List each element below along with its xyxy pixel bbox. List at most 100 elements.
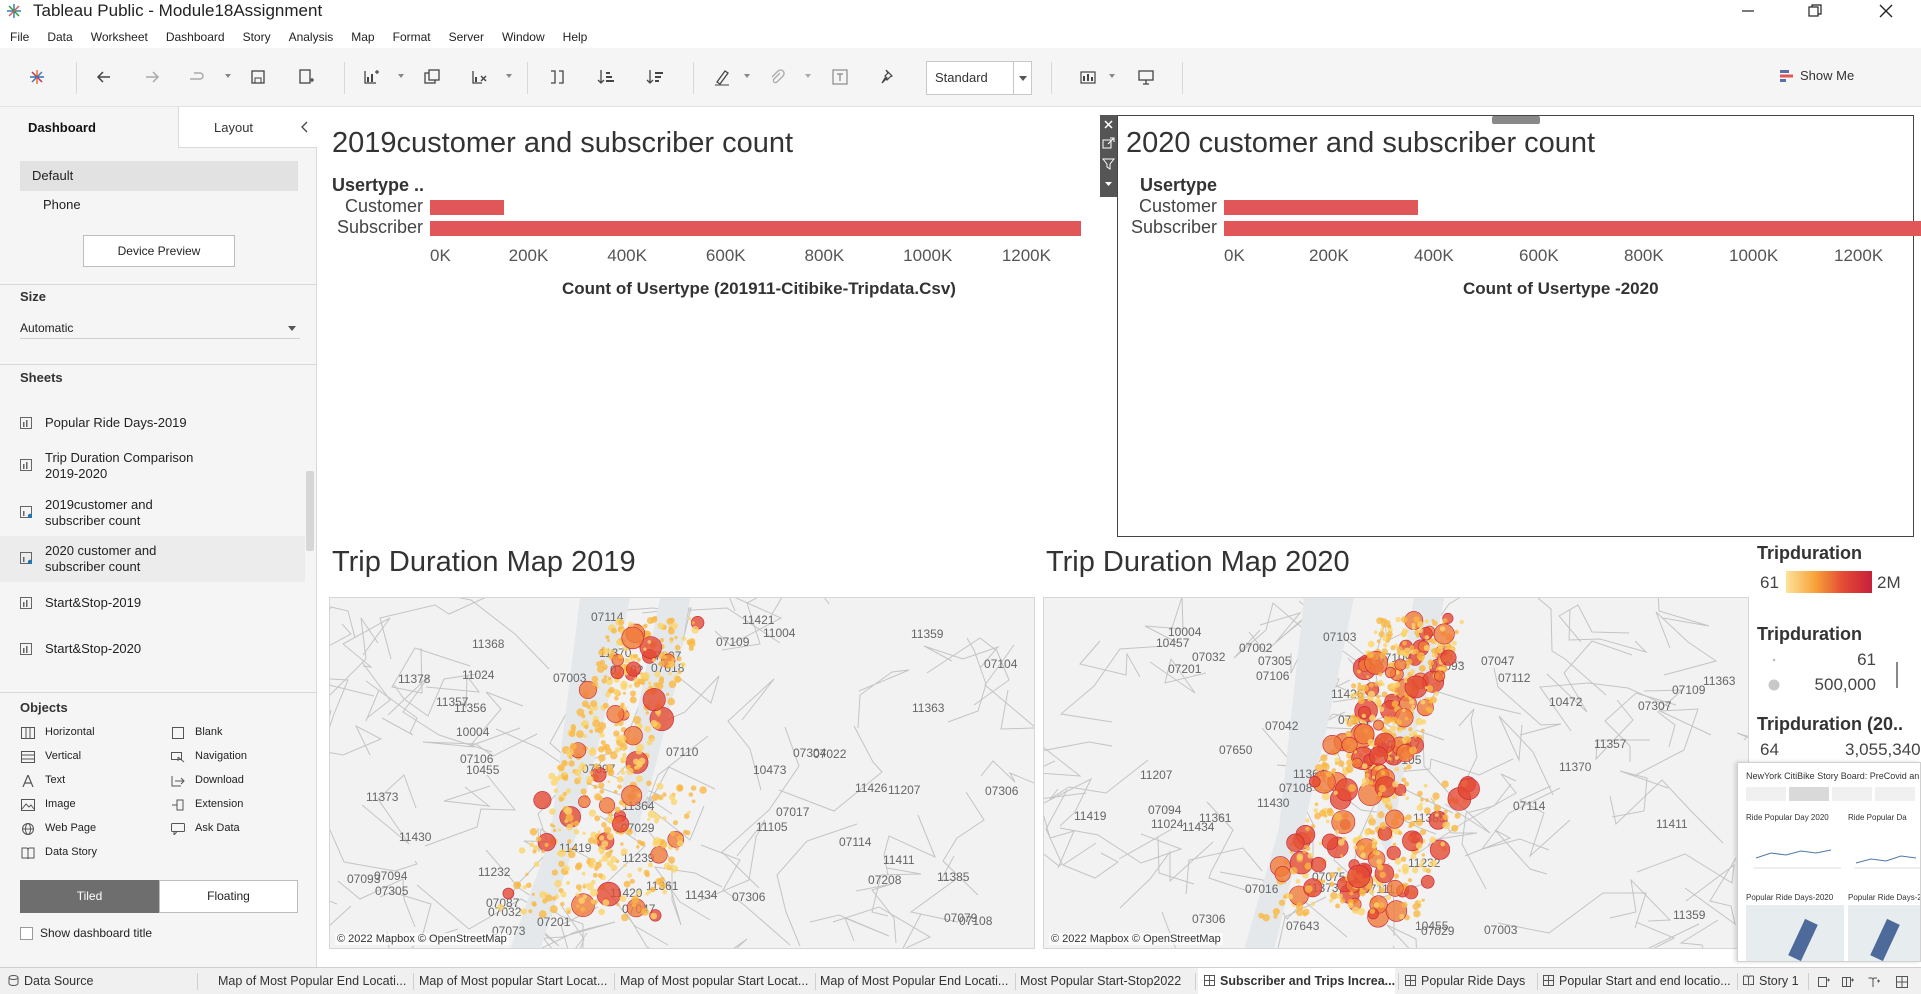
new-data-source-button[interactable] xyxy=(295,66,317,88)
floating-toggle[interactable]: Floating xyxy=(159,880,298,913)
dropdown-arrow-icon[interactable] xyxy=(805,74,811,78)
tab-dashboard[interactable]: Dashboard xyxy=(0,107,178,148)
highlight-button[interactable] xyxy=(711,66,733,88)
trip-station-mark xyxy=(1426,868,1431,874)
presentation-mode-button[interactable] xyxy=(1135,66,1157,88)
sheet-item[interactable]: 2020 customer and subscriber count xyxy=(0,536,305,582)
tab-dashboard[interactable]: Popular Ride Days xyxy=(1405,968,1538,994)
restore-button[interactable] xyxy=(1792,0,1838,22)
sort-descending-button[interactable] xyxy=(644,66,666,88)
dropdown-arrow-icon[interactable] xyxy=(1109,74,1115,78)
redo-button[interactable] xyxy=(141,66,163,88)
sheet-item[interactable]: 2019customer and subscriber count xyxy=(0,490,305,536)
replay-animation-button[interactable] xyxy=(186,66,208,88)
tab-dashboard-active[interactable]: Subscriber and Trips Increa... xyxy=(1198,968,1395,994)
new-worksheet-icon[interactable] xyxy=(1818,976,1830,988)
size-select[interactable]: Automatic xyxy=(20,317,300,339)
sheet-item[interactable]: Start&Stop-2019 xyxy=(0,586,305,620)
sheets-scrollbar[interactable] xyxy=(306,471,314,551)
bar-category-label: Customer xyxy=(1138,196,1217,216)
sort-ascending-button[interactable] xyxy=(595,66,617,88)
menu-file[interactable]: File xyxy=(0,27,37,47)
menu-dashboard[interactable]: Dashboard xyxy=(156,27,233,47)
bar-customer[interactable] xyxy=(430,200,504,215)
remove-from-dashboard-icon[interactable] xyxy=(1102,118,1115,131)
go-to-sheet-icon[interactable] xyxy=(1102,137,1115,150)
duplicate-sheet-button[interactable] xyxy=(421,66,443,88)
trip-station-mark xyxy=(1345,730,1351,737)
trip-station-mark xyxy=(1459,619,1464,625)
menu-window[interactable]: Window xyxy=(492,27,553,47)
sheet-item[interactable]: Popular Ride Days-2019 xyxy=(0,406,305,440)
menu-format[interactable]: Format xyxy=(383,27,439,47)
use-as-filter-icon[interactable] xyxy=(1102,157,1115,170)
menu-data[interactable]: Data xyxy=(37,27,80,47)
menu-map[interactable]: Map xyxy=(341,27,382,47)
show-mark-labels-button[interactable] xyxy=(829,66,851,88)
tab-sheet[interactable]: Map of Most popular Start Locat... xyxy=(620,968,815,994)
menu-server[interactable]: Server xyxy=(439,27,492,47)
close-window-button[interactable] xyxy=(1863,0,1909,22)
more-options-icon[interactable] xyxy=(1102,177,1115,190)
new-worksheet-button[interactable] xyxy=(360,66,382,88)
tab-data-source[interactable]: Data Source xyxy=(8,968,188,994)
save-button[interactable] xyxy=(247,66,269,88)
group-members-button[interactable] xyxy=(766,66,788,88)
trip-station-mark xyxy=(605,747,612,755)
new-story-icon[interactable] xyxy=(1868,976,1880,988)
device-default[interactable]: Default xyxy=(20,161,298,191)
tiled-toggle[interactable]: Tiled xyxy=(20,880,159,913)
device-phone[interactable]: Phone xyxy=(43,197,81,212)
trip-station-mark xyxy=(1386,631,1393,638)
swap-rows-columns-button[interactable] xyxy=(546,66,568,88)
trip-station-mark xyxy=(588,748,597,757)
show-me-button[interactable]: Show Me xyxy=(1780,68,1854,83)
fit-select[interactable]: Standard xyxy=(926,61,1032,95)
bar-subscriber[interactable] xyxy=(430,221,1081,236)
dropdown-arrow-icon[interactable] xyxy=(225,74,231,78)
trip-station-mark xyxy=(618,619,625,626)
menu-analysis[interactable]: Analysis xyxy=(279,27,342,47)
sheet-item[interactable]: Trip Duration Comparison 2019-2020 xyxy=(0,443,305,489)
fix-axes-button[interactable] xyxy=(877,66,899,88)
trip-station-mark xyxy=(1410,853,1417,860)
bar-customer[interactable] xyxy=(1224,200,1419,215)
cards-button[interactable] xyxy=(1077,66,1099,88)
dropdown-arrow-icon[interactable] xyxy=(744,74,750,78)
bar-subscriber[interactable] xyxy=(1224,221,1921,236)
trip-station-mark xyxy=(566,748,574,756)
trip-station-mark xyxy=(1399,913,1405,920)
filmstrip-icon[interactable] xyxy=(1896,976,1908,988)
tableau-home-button[interactable] xyxy=(26,66,48,88)
undo-button[interactable] xyxy=(93,66,115,88)
tab-dashboard[interactable]: Popular Start and end locatio... xyxy=(1543,968,1738,994)
show-dashboard-title-checkbox[interactable]: Show dashboard title xyxy=(20,926,152,940)
collapse-panel-icon[interactable] xyxy=(300,121,310,133)
trip-station-mark xyxy=(575,884,582,890)
tab-sheet[interactable]: Map of Most Popular End Locati... xyxy=(218,968,413,994)
new-dashboard-icon[interactable] xyxy=(1842,976,1854,988)
sheet-item[interactable]: Start&Stop-2020 xyxy=(0,632,305,666)
tab-sheet[interactable]: Map of Most popular Start Locat... xyxy=(419,968,614,994)
trip-station-mark xyxy=(1341,736,1358,753)
tab-story[interactable]: Story 1 xyxy=(1743,968,1823,994)
menu-worksheet[interactable]: Worksheet xyxy=(81,27,156,47)
dropdown-arrow-icon[interactable] xyxy=(398,74,404,78)
map-zip-label: 11411 xyxy=(883,853,915,867)
story-thumbnail-preview[interactable]: NewYork CitiBike Story Board: PreCovid a… xyxy=(1737,762,1921,962)
trip-duration-map-2019[interactable]: 07110 07073 07022 10455 10473 11024 07003 07109… xyxy=(329,597,1035,949)
selected-sheet-frame[interactable] xyxy=(1117,115,1914,537)
menu-help[interactable]: Help xyxy=(553,27,596,47)
dropdown-arrow-icon[interactable] xyxy=(506,74,512,78)
device-preview-button[interactable]: Device Preview xyxy=(83,235,235,267)
trip-station-mark xyxy=(1433,804,1441,812)
trip-station-mark xyxy=(1290,867,1298,875)
trip-duration-map-2020[interactable]: 0710907003070750764307650071070704707017… xyxy=(1043,597,1749,949)
tab-layout[interactable]: Layout xyxy=(178,107,317,148)
tab-sheet[interactable]: Map of Most Popular End Locati... xyxy=(820,968,1015,994)
legend-scrollbar[interactable] xyxy=(1896,662,1898,688)
minimize-button[interactable] xyxy=(1725,0,1771,22)
tab-sheet[interactable]: Most Popular Start-Stop2022 xyxy=(1020,968,1195,994)
menu-story[interactable]: Story xyxy=(233,27,279,47)
clear-sheet-button[interactable] xyxy=(468,66,490,88)
